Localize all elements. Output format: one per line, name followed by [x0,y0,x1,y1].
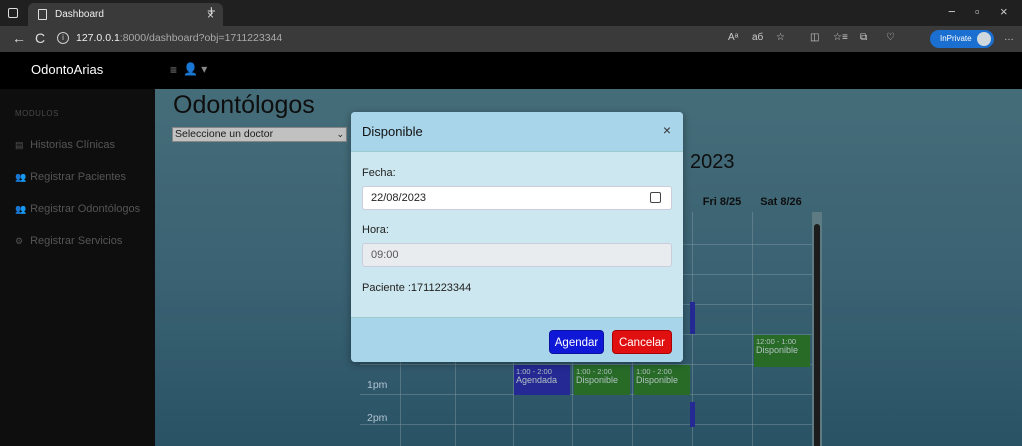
url-field[interactable]: 127.0.0.1:8000/dashboard?obj=1711223344 [76,32,282,44]
cancelar-button[interactable]: Cancelar [612,330,672,354]
records-icon: ▤ [15,140,24,150]
users-icon: 👥 [15,204,27,214]
inprivate-label: InPrivate [940,34,972,43]
address-bar-row: ← C i 127.0.0.1:8000/dashboard?obj=17112… [0,26,1022,52]
tab-actions-icon[interactable] [8,8,18,18]
browser-essentials-icon[interactable]: ♡ [886,32,895,43]
hora-value: 09:00 [371,249,399,261]
fecha-value: 22/08/2023 [371,192,427,204]
read-aloud-icon[interactable]: Aᵃ [728,32,738,43]
app-header: OdontoArias ≡ 👤 ▾ [0,52,1022,89]
close-window-button[interactable]: × [1000,4,1008,19]
agendar-button[interactable]: Agendar [549,330,604,354]
paciente-label: Paciente :1711223344 [362,282,472,294]
url-path: :8000/dashboard?obj=1711223344 [119,32,283,44]
hamburger-icon[interactable]: ≡ [170,63,177,77]
calendar-icon[interactable] [650,192,661,203]
tab-title: Dashboard [55,9,104,20]
browser-tab-bar: Dashboard × + − ▫ × [0,0,1022,26]
fecha-label: Fecha: [362,167,396,179]
new-tab-button[interactable]: + [207,3,216,20]
site-info-icon[interactable]: i [57,32,69,44]
favorites-icon[interactable]: ☆≡ [833,32,848,43]
user-menu-dropdown[interactable]: 👤 ▾ [183,62,207,76]
sidebar-item-label: Registrar Pacientes [30,171,127,183]
sidebar-item-label: Registrar Odontólogos [30,203,141,215]
back-button[interactable]: ← [12,30,26,46]
users-icon: 👥 [15,172,27,182]
split-screen-icon[interactable]: ◫ [810,32,819,43]
gear-icon: ⚙ [15,236,24,246]
sidebar-item-pacientes[interactable]: 👥 Registrar Pacientes [15,171,126,183]
page-icon [38,9,47,20]
browser-tab[interactable]: Dashboard × [28,3,223,26]
collections-icon[interactable]: ⧉ [860,32,867,43]
more-menu-icon[interactable]: … [1004,32,1014,43]
sidebar-item-historias[interactable]: ▤ Historias Clínicas [15,139,115,151]
hora-input: 09:00 [362,243,672,267]
modal-footer: Agendar Cancelar [351,317,683,362]
reload-button[interactable]: C [35,30,45,46]
appointment-modal: Disponible × Fecha: 22/08/2023 Hora: 09:… [351,112,683,362]
inprivate-badge[interactable]: InPrivate [930,30,994,48]
sidebar: MODULOS ▤ Historias Clínicas 👥 Registrar… [0,89,155,446]
minimize-button[interactable]: − [948,4,956,19]
favorite-star-icon[interactable]: ☆ [776,32,785,43]
sidebar-item-odontologos[interactable]: 👥 Registrar Odontólogos [15,203,140,215]
sidebar-heading: MODULOS [15,109,59,118]
sidebar-item-servicios[interactable]: ⚙ Registrar Servicios [15,235,122,247]
sidebar-item-label: Historias Clínicas [30,139,116,151]
fecha-input[interactable]: 22/08/2023 [362,186,672,210]
close-icon[interactable]: × [663,122,671,138]
url-host: 127.0.0.1 [76,32,120,44]
sidebar-item-label: Registrar Servicios [30,235,123,247]
translate-icon[interactable]: aб [752,32,763,43]
brand-logo[interactable]: OdontoArias [31,62,103,77]
hora-label: Hora: [362,224,389,236]
modal-header: Disponible × [351,112,683,152]
profile-avatar [977,32,991,46]
modal-title: Disponible [362,124,423,139]
restore-button[interactable]: ▫ [975,4,980,19]
